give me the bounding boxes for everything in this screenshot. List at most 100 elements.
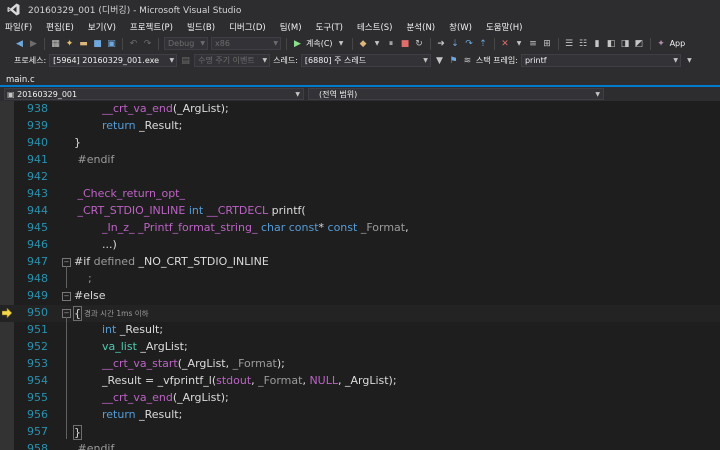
thread-dropdown[interactable]: [6880] 주 스레드 ▼ [300, 54, 431, 67]
code-editor[interactable]: 938 __crt_va_end(_ArgList); 939 return _… [0, 101, 720, 450]
stack-icon[interactable]: ⊞ [542, 38, 553, 49]
document-tab-strip: main.c [0, 69, 720, 87]
line-text: va_list _ArgList; [101, 340, 188, 353]
line-text: #if defined _NO_CRT_STDIO_INLINE [74, 255, 269, 268]
continue-button[interactable]: 계속(C) [306, 38, 333, 49]
menu-analyze[interactable]: 분석(N) [406, 21, 435, 33]
bookmark-prev-icon[interactable]: ◧ [606, 38, 617, 49]
line-number: 941 [27, 153, 48, 166]
chevron-down-icon[interactable]: ▼ [372, 38, 383, 49]
perf-tip-hint[interactable]: 경과 시간 1ms 이하 [84, 308, 149, 319]
menu-window[interactable]: 창(W) [449, 21, 472, 33]
line-number: 943 [27, 187, 48, 200]
code-line: 949 − #else [0, 288, 720, 305]
window-title: 20160329_001 (디버깅) - Microsoft Visual St… [28, 6, 242, 16]
chevron-down-icon: ▼ [273, 40, 278, 47]
line-text: __crt_va_end(_ArgList); [101, 391, 229, 404]
menu-test[interactable]: 테스트(S) [357, 21, 393, 33]
chevron-down-icon[interactable]: ▼ [336, 38, 347, 49]
tab-main-c[interactable]: main.c [0, 73, 41, 87]
toolbar-separator [351, 37, 353, 50]
solution-platform-value: x86 [215, 39, 230, 48]
chevron-down-icon[interactable]: ▼ [514, 38, 525, 49]
menu-file[interactable]: 파일(F) [5, 21, 32, 33]
stack-frame-dropdown[interactable]: printf ▼ [520, 54, 681, 67]
line-number: 958 [27, 442, 48, 450]
attach-icon[interactable]: ◆ [358, 38, 369, 49]
save-icon[interactable]: ■ [92, 38, 103, 49]
step-over-icon[interactable]: ↷ [464, 38, 475, 49]
line-text: { [73, 306, 82, 321]
standard-toolbar: ◀ ▶ ▦ ✦ ▬ ■ ▣ ↶ ↷ Debug ▼ x86 ▼ ▶ 계속(C) ▼ … [0, 35, 720, 52]
solution-platform-dropdown[interactable]: x86 ▼ [211, 37, 281, 50]
visual-studio-logo-icon [6, 3, 20, 17]
continue-icon[interactable]: ▶ [292, 38, 303, 49]
menu-team[interactable]: 팀(M) [280, 21, 302, 33]
stop-debugging-icon[interactable]: ■ [400, 38, 411, 49]
menu-project[interactable]: 프로젝트(P) [130, 21, 173, 33]
chevron-down-icon: ▼ [262, 57, 268, 64]
line-text: } [73, 425, 82, 440]
save-all-icon[interactable]: ▣ [106, 38, 117, 49]
title-bar: 20160329_001 (디버깅) - Microsoft Visual St… [0, 0, 720, 19]
filter-threads-icon[interactable]: ⚑ [448, 55, 459, 66]
open-file-icon[interactable]: ▬ [78, 38, 89, 49]
chevron-down-icon[interactable]: ▼ [684, 55, 695, 66]
bookmark-icon[interactable]: ▮ [592, 38, 603, 49]
solution-config-value: Debug [168, 39, 195, 48]
redo-icon[interactable]: ↷ [142, 38, 153, 49]
line-text: int _Result; [101, 323, 164, 336]
line-number: 957 [27, 425, 48, 438]
collapse-toggle-icon[interactable]: − [62, 292, 71, 301]
forward-icon[interactable]: ▶ [28, 38, 39, 49]
menu-debug[interactable]: 디버그(D) [229, 21, 266, 33]
flag-threads-icon[interactable]: ▼ [434, 55, 445, 66]
line-number: 948 [27, 272, 48, 285]
show-flagged-threads-icon[interactable]: ≋ [462, 55, 473, 66]
line-number: 940 [27, 136, 48, 149]
show-next-statement-icon[interactable]: ➜ [436, 38, 447, 49]
code-line: 957 } [0, 424, 720, 441]
menu-build[interactable]: 빌드(B) [187, 21, 215, 33]
code-line: 947 − #if defined _NO_CRT_STDIO_INLINE [0, 254, 720, 271]
menu-help[interactable]: 도움말(H) [486, 21, 522, 33]
code-line: 944 _CRT_STDIO_INLINE int __CRTDECL prin… [0, 203, 720, 220]
hex-display-icon[interactable]: ✕ [500, 38, 511, 49]
step-out-icon[interactable]: ⇡ [478, 38, 489, 49]
step-into-icon[interactable]: ⇣ [450, 38, 461, 49]
uncomment-icon[interactable]: ☷ [578, 38, 589, 49]
code-line: 954 _Result = _vfprintf_l(stdout, _Forma… [0, 373, 720, 390]
undo-icon[interactable]: ↶ [128, 38, 139, 49]
lifecycle-events-icon[interactable]: ▤ [180, 55, 191, 66]
bookmark-next-icon[interactable]: ◨ [620, 38, 631, 49]
menu-edit[interactable]: 편집(E) [46, 21, 74, 33]
back-icon[interactable]: ◀ [14, 38, 25, 49]
solution-config-dropdown[interactable]: Debug ▼ [164, 37, 208, 50]
solution-explorer-icon[interactable]: ▦ [50, 38, 61, 49]
outline-guide [66, 317, 67, 439]
break-all-icon[interactable]: ⏸ [386, 38, 397, 49]
app-insights-button[interactable]: App [670, 39, 686, 48]
comment-icon[interactable]: ☰ [564, 38, 575, 49]
bookmark-clear-icon[interactable]: ◩ [634, 38, 645, 49]
lifecycle-events-dropdown[interactable]: 수명 주기 이벤트 ▼ [194, 54, 271, 67]
app-insights-icon[interactable]: ✦ [656, 38, 667, 49]
code-line: 948 ; [0, 271, 720, 288]
restart-icon[interactable]: ↻ [414, 38, 425, 49]
code-line: 940 } [0, 135, 720, 152]
threads-icon[interactable]: ≡ [528, 38, 539, 49]
line-number: 955 [27, 391, 48, 404]
chevron-down-icon: ▼ [423, 57, 428, 64]
scope-dropdown[interactable]: (전역 범위) ▼ [308, 88, 604, 100]
menu-tools[interactable]: 도구(T) [316, 21, 343, 33]
menu-view[interactable]: 보기(V) [88, 21, 116, 33]
new-project-icon[interactable]: ✦ [64, 38, 75, 49]
toolbar-separator [158, 37, 159, 50]
debug-location-toolbar: 프로세스: [5964] 20160329_001.exe ▼ ▤ 수명 주기 이… [0, 52, 720, 69]
process-value: [5964] 20160329_001.exe [53, 56, 160, 65]
line-number: 956 [27, 408, 48, 421]
toolbar-separator [429, 37, 431, 50]
process-dropdown[interactable]: [5964] 20160329_001.exe ▼ [49, 54, 178, 67]
project-dropdown[interactable]: ▣ 20160329_001 ▼ [4, 88, 304, 100]
line-text: _Check_return_opt_ [74, 187, 185, 200]
